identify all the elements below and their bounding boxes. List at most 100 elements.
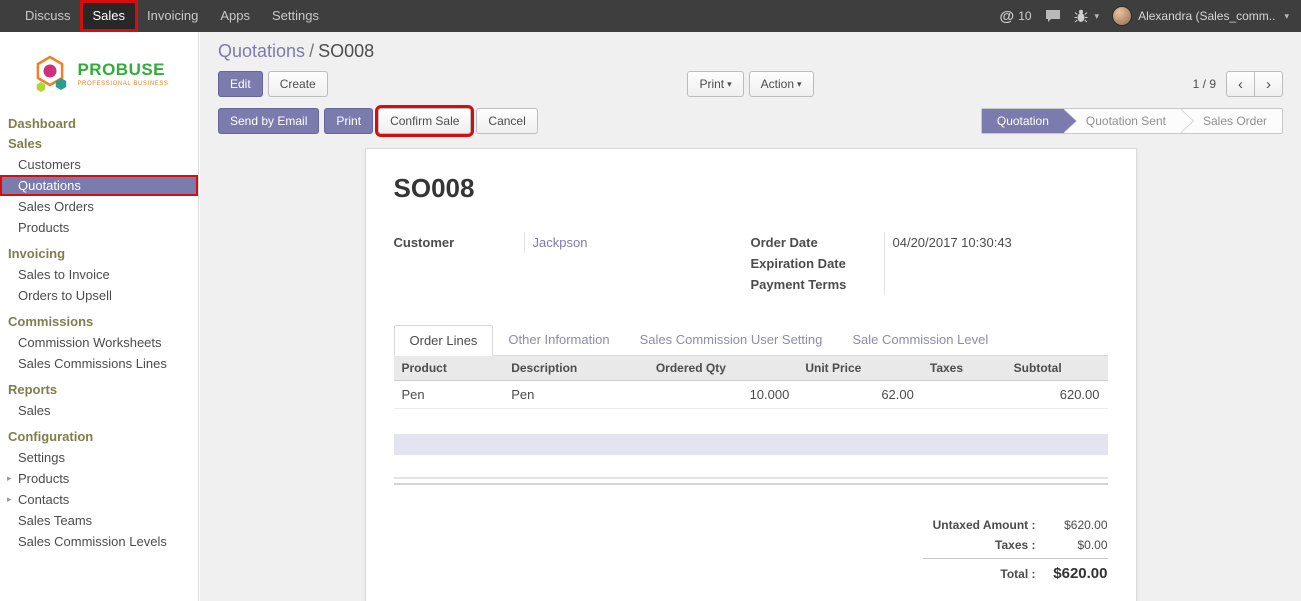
sidebar-item-label: Products bbox=[18, 471, 69, 486]
breadcrumb-quotations[interactable]: Quotations bbox=[218, 41, 305, 61]
expand-arrow-icon[interactable]: ▸ bbox=[7, 489, 12, 510]
taxes-label: Taxes : bbox=[995, 538, 1035, 552]
pager-next-button[interactable]: › bbox=[1254, 71, 1283, 97]
print-dropdown[interactable]: Print ▾ bbox=[687, 71, 743, 97]
tab-other-information[interactable]: Other Information bbox=[493, 325, 624, 356]
status-step-quotation[interactable]: Quotation bbox=[982, 109, 1064, 133]
column-header-product: Product bbox=[394, 356, 504, 381]
cell-unit-price: 62.00 bbox=[797, 381, 922, 409]
pager: 1 / 9 ‹ › bbox=[1193, 71, 1283, 97]
status-step-sales-order[interactable]: Sales Order bbox=[1181, 109, 1282, 133]
sidebar: PROBUSE PROFESSIONAL BUSINESS Dashboard … bbox=[0, 32, 199, 601]
sidebar-item-sales-orders[interactable]: Sales Orders bbox=[0, 196, 198, 217]
chevron-down-icon: ▾ bbox=[1095, 11, 1100, 22]
menu-apps[interactable]: Apps bbox=[209, 2, 261, 30]
sidebar-item-config-contacts[interactable]: ▸ Contacts bbox=[0, 489, 198, 510]
print-dropdown-label: Print bbox=[699, 77, 724, 91]
sidebar-item-products[interactable]: Products bbox=[0, 217, 198, 238]
pager-prev-button[interactable]: ‹ bbox=[1226, 71, 1255, 97]
sidebar-item-customers[interactable]: Customers bbox=[0, 154, 198, 175]
tab-order-lines[interactable]: Order Lines bbox=[394, 325, 494, 356]
notebook-tabs: Order Lines Other Information Sales Comm… bbox=[394, 325, 1108, 356]
untaxed-amount-label: Untaxed Amount : bbox=[933, 518, 1036, 532]
avatar bbox=[1112, 6, 1132, 26]
sidebar-item-label: Contacts bbox=[18, 492, 69, 507]
column-header-description: Description bbox=[503, 356, 648, 381]
topbar-right: @ 10 ▾ Alexandra (Sales_comm.. ▾ bbox=[1000, 6, 1301, 26]
column-header-taxes: Taxes bbox=[922, 356, 1006, 381]
create-button[interactable]: Create bbox=[268, 71, 328, 97]
totals-block: Untaxed Amount : $620.00 Taxes : $0.00 T… bbox=[923, 515, 1108, 585]
tab-sale-commission-level[interactable]: Sale Commission Level bbox=[837, 325, 1003, 356]
main-content: Quotations/SO008 Edit Create Print ▾ Act… bbox=[200, 32, 1301, 601]
logo-name: PROBUSE bbox=[77, 60, 168, 80]
total-value: $620.00 bbox=[1036, 565, 1108, 582]
menu-settings[interactable]: Settings bbox=[261, 2, 330, 30]
untaxed-amount-value: $620.00 bbox=[1036, 518, 1108, 532]
sidebar-item-commission-worksheets[interactable]: Commission Worksheets bbox=[0, 332, 198, 353]
edit-button[interactable]: Edit bbox=[218, 71, 263, 97]
mentions-counter[interactable]: @ 10 bbox=[1000, 8, 1032, 25]
cell-ordered-qty: 10.000 bbox=[648, 381, 797, 409]
menu-sales[interactable]: Sales bbox=[82, 2, 137, 30]
status-step-quotation-sent[interactable]: Quotation Sent bbox=[1064, 109, 1181, 133]
sidebar-item-settings[interactable]: Settings bbox=[0, 447, 198, 468]
sidebar-item-sales-commission-levels[interactable]: Sales Commission Levels bbox=[0, 531, 198, 552]
order-line-row[interactable]: Pen Pen 10.000 62.00 620.00 bbox=[394, 381, 1108, 409]
messages-icon[interactable] bbox=[1045, 9, 1061, 23]
action-dropdown-label: Action bbox=[761, 77, 794, 91]
bug-icon bbox=[1074, 9, 1088, 23]
print-button[interactable]: Print bbox=[324, 108, 373, 134]
cell-description: Pen bbox=[503, 381, 648, 409]
page-title: SO008 bbox=[394, 173, 1108, 204]
cell-subtotal: 620.00 bbox=[1006, 381, 1108, 409]
table-header-row: Product Description Ordered Qty Unit Pri… bbox=[394, 356, 1108, 381]
menu-invoicing[interactable]: Invoicing bbox=[136, 2, 209, 30]
confirm-sale-button[interactable]: Confirm Sale bbox=[378, 108, 471, 134]
separator-line bbox=[394, 477, 1108, 479]
sidebar-item-sales-commissions-lines[interactable]: Sales Commissions Lines bbox=[0, 353, 198, 374]
empty-section-row bbox=[394, 434, 1108, 455]
sidebar-item-orders-to-upsell[interactable]: Orders to Upsell bbox=[0, 285, 198, 306]
cell-product: Pen bbox=[394, 381, 504, 409]
mention-count: 10 bbox=[1018, 9, 1031, 23]
sidebar-section-dashboard[interactable]: Dashboard bbox=[0, 114, 198, 134]
pager-counter: 1 / 9 bbox=[1193, 77, 1216, 91]
send-by-email-button[interactable]: Send by Email bbox=[218, 108, 319, 134]
expand-arrow-icon[interactable]: ▸ bbox=[7, 468, 12, 489]
total-label: Total : bbox=[1000, 567, 1035, 581]
order-date-value: 04/20/2017 10:30:43 bbox=[884, 232, 1108, 253]
action-dropdown[interactable]: Action ▾ bbox=[749, 71, 814, 97]
sidebar-section-reports[interactable]: Reports bbox=[0, 380, 198, 400]
sidebar-section-commissions[interactable]: Commissions bbox=[0, 312, 198, 332]
separator-line bbox=[394, 483, 1108, 485]
at-icon: @ bbox=[1000, 8, 1015, 25]
chevron-down-icon: ▾ bbox=[727, 79, 732, 90]
cancel-button[interactable]: Cancel bbox=[476, 108, 537, 134]
sidebar-section-configuration[interactable]: Configuration bbox=[0, 427, 198, 447]
sidebar-nav: Dashboard Sales Customers Quotations Sal… bbox=[0, 114, 198, 552]
sidebar-section-sales[interactable]: Sales bbox=[0, 134, 198, 154]
tab-sales-commission-user-setting[interactable]: Sales Commission User Setting bbox=[625, 325, 838, 356]
sidebar-section-invoicing[interactable]: Invoicing bbox=[0, 244, 198, 264]
expiration-date-label: Expiration Date bbox=[751, 253, 884, 274]
menu-discuss[interactable]: Discuss bbox=[14, 2, 82, 30]
sidebar-item-sales-to-invoice[interactable]: Sales to Invoice bbox=[0, 264, 198, 285]
sidebar-item-quotations[interactable]: Quotations bbox=[0, 175, 198, 196]
control-panel: Quotations/SO008 Edit Create Print ▾ Act… bbox=[200, 32, 1301, 134]
column-header-ordered-qty: Ordered Qty bbox=[648, 356, 797, 381]
company-logo: PROBUSE PROFESSIONAL BUSINESS bbox=[0, 32, 198, 114]
cell-taxes bbox=[922, 381, 1006, 409]
control-panel-row-2: Send by Email Print Confirm Sale Cancel … bbox=[218, 108, 1283, 134]
column-header-unit-price: Unit Price bbox=[797, 356, 922, 381]
sidebar-item-config-products[interactable]: ▸ Products bbox=[0, 468, 198, 489]
user-menu[interactable]: Alexandra (Sales_comm.. ▾ bbox=[1112, 6, 1289, 26]
payment-terms-value bbox=[884, 274, 1108, 295]
debug-menu[interactable]: ▾ bbox=[1074, 9, 1100, 23]
sidebar-item-sales-teams[interactable]: Sales Teams bbox=[0, 510, 198, 531]
customer-value[interactable]: Jackpson bbox=[524, 232, 751, 253]
customer-label: Customer bbox=[394, 232, 524, 253]
field-groups: Customer Jackpson Order Date 04/20/2017 … bbox=[394, 232, 1108, 295]
sidebar-item-reports-sales[interactable]: Sales bbox=[0, 400, 198, 421]
breadcrumb-current: SO008 bbox=[318, 41, 374, 61]
